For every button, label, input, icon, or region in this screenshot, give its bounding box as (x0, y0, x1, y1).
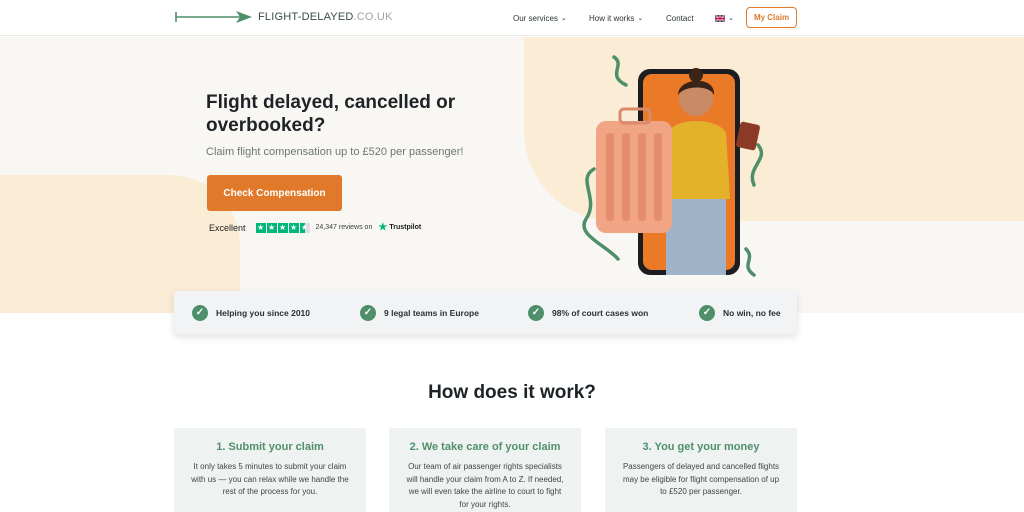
feature-label: Helping you since 2010 (216, 307, 311, 318)
hero-section: Flight delayed, cancelled or overbooked?… (0, 37, 1024, 313)
page: FLIGHT-DELAYED.CO.UK Our services ⌄ How … (0, 0, 1024, 512)
language-selector[interactable]: ⌄ (715, 14, 734, 22)
step-card: 1. Submit your claim It only takes 5 min… (174, 428, 366, 512)
feature-label: 9 legal teams in Europe (384, 307, 479, 318)
step-text: Our team of air passenger rights special… (406, 462, 564, 509)
feature-item: ✓ No win, no fee (699, 291, 781, 334)
trustpilot-logo: ★ Trustpilot (378, 222, 421, 233)
feature-item: ✓ Helping you since 2010 (192, 291, 310, 334)
step-title: 1. Submit your claim (216, 441, 324, 453)
step-title: 3. You get your money (642, 441, 760, 453)
hero-subtitle: Claim flight compensation up to £520 per… (206, 146, 464, 158)
step-text: Passengers of delayed and cancelled flig… (622, 462, 780, 496)
star-icon: ★ (288, 222, 299, 233)
chevron-down-icon: ⌄ (637, 15, 644, 22)
star-icon: ★ (277, 222, 288, 233)
nav-how-it-works-label: How it works (589, 13, 635, 23)
check-circle-icon: ✓ (699, 304, 715, 321)
trustpilot-rating[interactable]: Excellent ★ ★ ★ ★ ★ 24,347 reviews on ★ T… (209, 222, 421, 233)
star-rating: ★ ★ ★ ★ ★ (255, 222, 310, 233)
check-circle-icon: ✓ (360, 304, 376, 321)
rating-word: Excellent (209, 222, 246, 233)
step-card: 3. You get your money Passengers of dela… (605, 428, 797, 512)
my-claim-button[interactable]: My Claim (746, 7, 797, 28)
site-header: FLIGHT-DELAYED.CO.UK Our services ⌄ How … (0, 0, 1024, 36)
nav-contact[interactable]: Contact (666, 14, 694, 23)
check-circle-icon: ✓ (192, 304, 208, 321)
chevron-down-icon: ⌄ (560, 15, 567, 22)
feature-item: ✓ 9 legal teams in Europe (360, 291, 479, 334)
feature-label: 98% of court cases won (552, 307, 649, 318)
nav-how-it-works[interactable]: How it works ⌄ (589, 14, 643, 23)
reviews-count: 24,347 reviews on (315, 224, 373, 231)
check-circle-icon: ✓ (528, 304, 544, 321)
step-card: 2. We take care of your claim Our team o… (389, 428, 581, 512)
step-title: 2. We take care of your claim (409, 441, 561, 453)
hero-title: Flight delayed, cancelled or overbooked? (206, 92, 456, 136)
feature-item: ✓ 98% of court cases won (528, 291, 648, 334)
nav-our-services[interactable]: Our services ⌄ (513, 14, 567, 23)
star-icon: ★ (255, 222, 266, 233)
nav-our-services-label: Our services (513, 13, 558, 23)
how-it-works-title: How does it work? (428, 382, 596, 403)
step-text: It only takes 5 minutes to submit your c… (191, 462, 349, 496)
star-icon: ★ (266, 222, 277, 233)
feature-label: No win, no fee (723, 307, 781, 318)
trustpilot-star-icon: ★ (378, 222, 388, 233)
features-bar: ✓ Helping you since 2010 ✓ 9 legal teams… (174, 291, 797, 334)
chevron-down-icon: ⌄ (728, 15, 734, 22)
star-half-icon: ★ (299, 222, 310, 233)
nav-contact-label: Contact (666, 13, 694, 23)
trustpilot-brand: Trustpilot (389, 224, 422, 231)
traveller-phone-illustration (582, 55, 764, 277)
logo[interactable]: FLIGHT-DELAYED.CO.UK (174, 8, 393, 26)
logo-text: FLIGHT-DELAYED.CO.UK (258, 11, 393, 23)
check-compensation-button[interactable]: Check Compensation (207, 175, 342, 211)
plane-arrow-icon (175, 11, 252, 23)
uk-flag-icon (715, 14, 725, 22)
